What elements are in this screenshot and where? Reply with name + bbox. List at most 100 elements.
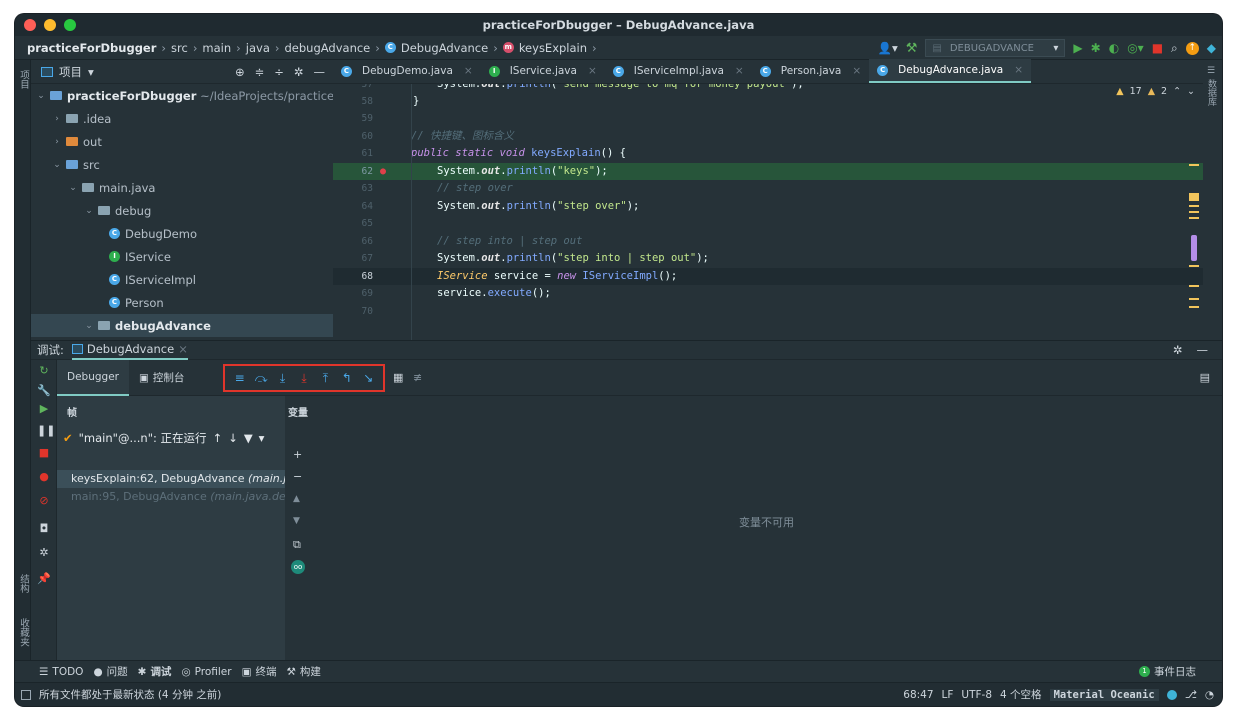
database-tool-tab[interactable]: ☰ 数据库 <box>1205 66 1218 106</box>
run-to-cursor-icon[interactable]: ↘ <box>361 371 375 385</box>
close-icon[interactable]: × <box>464 65 473 77</box>
toggle-tool-windows-icon[interactable] <box>21 689 31 700</box>
tree-item-main-java[interactable]: ⌄ main.java <box>67 176 155 199</box>
breadcrumb-item[interactable]: java <box>246 41 270 55</box>
tree-item-debugadvance[interactable]: ⌄ debugAdvance <box>31 314 333 337</box>
error-stripe-mark[interactable] <box>1189 298 1199 300</box>
pause-icon[interactable]: ❚❚ <box>37 424 55 437</box>
camera-icon[interactable]: ◘ <box>37 522 51 535</box>
tree-item-src[interactable]: ⌄ src <box>51 153 100 176</box>
stop-icon[interactable]: ■ <box>1152 41 1163 55</box>
coverage-icon[interactable]: ◐ <box>1109 41 1119 55</box>
arrow-up-icon[interactable]: ↑ <box>213 431 223 445</box>
watches-icon[interactable]: oo <box>291 560 305 574</box>
arrow-down-icon[interactable]: ↓ <box>228 431 238 445</box>
error-stripe-mark[interactable] <box>1189 205 1199 207</box>
breadcrumb-item[interactable]: main <box>202 41 231 55</box>
frame-row[interactable]: keysExplain:62, DebugAdvance (main.jav <box>57 470 285 488</box>
copy-icon[interactable]: ⧉ <box>293 538 301 552</box>
view-breakpoints-icon[interactable]: ● <box>37 470 51 483</box>
move-down-icon[interactable]: ▼ <box>293 516 300 526</box>
step-over-icon[interactable]: ⤼ <box>254 371 268 386</box>
chevron-down-icon[interactable]: ▾ <box>88 65 94 79</box>
move-up-icon[interactable]: ▲ <box>293 494 300 504</box>
drop-frame-icon[interactable]: ↰ <box>340 371 354 385</box>
close-icon[interactable]: × <box>178 342 188 356</box>
notifications-icon[interactable]: ◔ <box>1205 689 1214 701</box>
favorites-tool-tab[interactable]: 收藏夹 <box>16 612 30 652</box>
caret-position[interactable]: 68:47 <box>903 689 933 701</box>
tree-item-iserviceimpl[interactable]: C IServiceImpl <box>109 268 196 291</box>
profile-icon[interactable]: ◎▾ <box>1127 41 1144 55</box>
tree-item-idea[interactable]: › .idea <box>51 107 111 130</box>
force-step-into-icon[interactable]: ⤓ <box>297 371 311 386</box>
expand-all-icon[interactable]: ≑ <box>255 65 265 79</box>
tree-item-debugdemo[interactable]: C DebugDemo <box>109 222 197 245</box>
project-tool-tab[interactable]: 项目 <box>16 64 30 94</box>
chevron-down-icon[interactable]: ▾ <box>259 431 265 445</box>
tool-tab-terminal[interactable]: ▣ 终端 <box>242 664 277 679</box>
event-log-tab[interactable]: 1 事件日志 <box>1139 664 1222 679</box>
project-panel-title[interactable]: 项目 <box>59 64 82 80</box>
line-separator[interactable]: LF <box>942 689 954 701</box>
tree-item-person[interactable]: C Person <box>109 291 164 314</box>
breadcrumb-item[interactable]: keysExplain <box>519 41 587 55</box>
tab-person[interactable]: C Person.java × <box>752 59 869 83</box>
step-out-icon[interactable]: ⤒ <box>318 371 332 386</box>
tab-iserviceimpl[interactable]: C IServiceImpl.java × <box>605 59 752 83</box>
rerun-icon[interactable]: ↻ <box>37 364 51 377</box>
user-icon[interactable]: 👤▾ <box>878 41 898 55</box>
error-stripe-mark[interactable] <box>1189 306 1199 308</box>
wrench-icon[interactable]: 🔧 <box>37 384 51 397</box>
scrollbar-thumb[interactable] <box>1191 235 1197 261</box>
tree-item-debug[interactable]: ⌄ debug <box>83 199 151 222</box>
error-stripe-mark[interactable] <box>1189 164 1199 166</box>
search-icon[interactable]: ⌕ <box>1171 41 1178 56</box>
tool-tab-build[interactable]: ⚒ 构建 <box>287 664 321 679</box>
close-icon[interactable]: × <box>588 65 597 77</box>
code-editor[interactable]: ▲ 17 ▲ 2 ⌃ ⌄ 57 System.out.println("send mes… <box>333 84 1203 340</box>
error-stripe-mark[interactable] <box>1189 265 1199 267</box>
mute-breakpoints-icon[interactable]: ⊘ <box>37 494 51 507</box>
frame-row[interactable]: main:95, DebugAdvance (main.java.debu <box>57 488 285 506</box>
close-window-button[interactable] <box>24 19 36 31</box>
step-into-icon[interactable]: ⤓ <box>276 371 290 386</box>
close-icon[interactable]: × <box>735 65 744 77</box>
theme-indicator[interactable]: Material Oceanic <box>1049 688 1159 701</box>
tree-item-iservice[interactable]: I IService <box>109 245 171 268</box>
run-icon[interactable]: ▶ <box>1073 41 1082 55</box>
gear-icon[interactable]: ✲ <box>294 65 304 79</box>
structure-tool-tab[interactable]: 结构 <box>16 568 30 598</box>
gear-icon[interactable]: ✲ <box>1173 343 1183 357</box>
error-stripe-mark[interactable] <box>1189 193 1199 201</box>
file-encoding[interactable]: UTF-8 <box>961 689 992 701</box>
minimize-window-button[interactable] <box>44 19 56 31</box>
git-icon[interactable]: ⎇ <box>1185 689 1197 701</box>
chevron-up-icon[interactable]: ⌃ <box>1173 86 1181 97</box>
hide-icon[interactable]: — <box>1197 343 1209 357</box>
tool-tab-debug[interactable]: ✱ 调试 <box>138 664 172 679</box>
debug-session-tab[interactable]: DebugAdvance × <box>71 340 188 360</box>
locate-icon[interactable]: ⊕ <box>235 65 245 79</box>
trace-icon[interactable]: ≢ <box>413 371 422 384</box>
indent-setting[interactable]: 4 个空格 <box>1000 687 1042 702</box>
error-stripe-mark[interactable] <box>1189 285 1199 287</box>
pin-icon[interactable]: 📌 <box>37 572 51 585</box>
close-icon[interactable]: × <box>1014 64 1023 76</box>
show-execution-point-icon[interactable]: ≡ <box>233 371 247 385</box>
inspection-widget[interactable]: ▲ 17 ▲ 2 ⌃ ⌄ <box>1116 86 1195 97</box>
collapse-all-icon[interactable]: ÷ <box>274 65 284 79</box>
resume-icon[interactable]: ▶ <box>37 402 51 415</box>
tree-item-project[interactable]: ⌄ practiceForDbugger ~/IdeaProjects/prac… <box>35 84 333 107</box>
tab-console[interactable]: ▣ 控制台 <box>129 360 194 396</box>
tab-debugdemo[interactable]: C DebugDemo.java × <box>333 59 481 83</box>
breadcrumb-item[interactable]: debugAdvance <box>284 41 370 55</box>
close-icon[interactable]: × <box>852 65 861 77</box>
zoom-window-button[interactable] <box>64 19 76 31</box>
debug-icon[interactable]: ✱ <box>1091 41 1101 55</box>
update-icon[interactable]: ↑ <box>1185 41 1199 55</box>
hide-icon[interactable]: — <box>314 65 326 79</box>
breadcrumb-item[interactable]: src <box>171 41 188 55</box>
breakpoint-icon[interactable]: ● <box>380 163 386 180</box>
tool-tab-problems[interactable]: ● 问题 <box>93 664 127 679</box>
